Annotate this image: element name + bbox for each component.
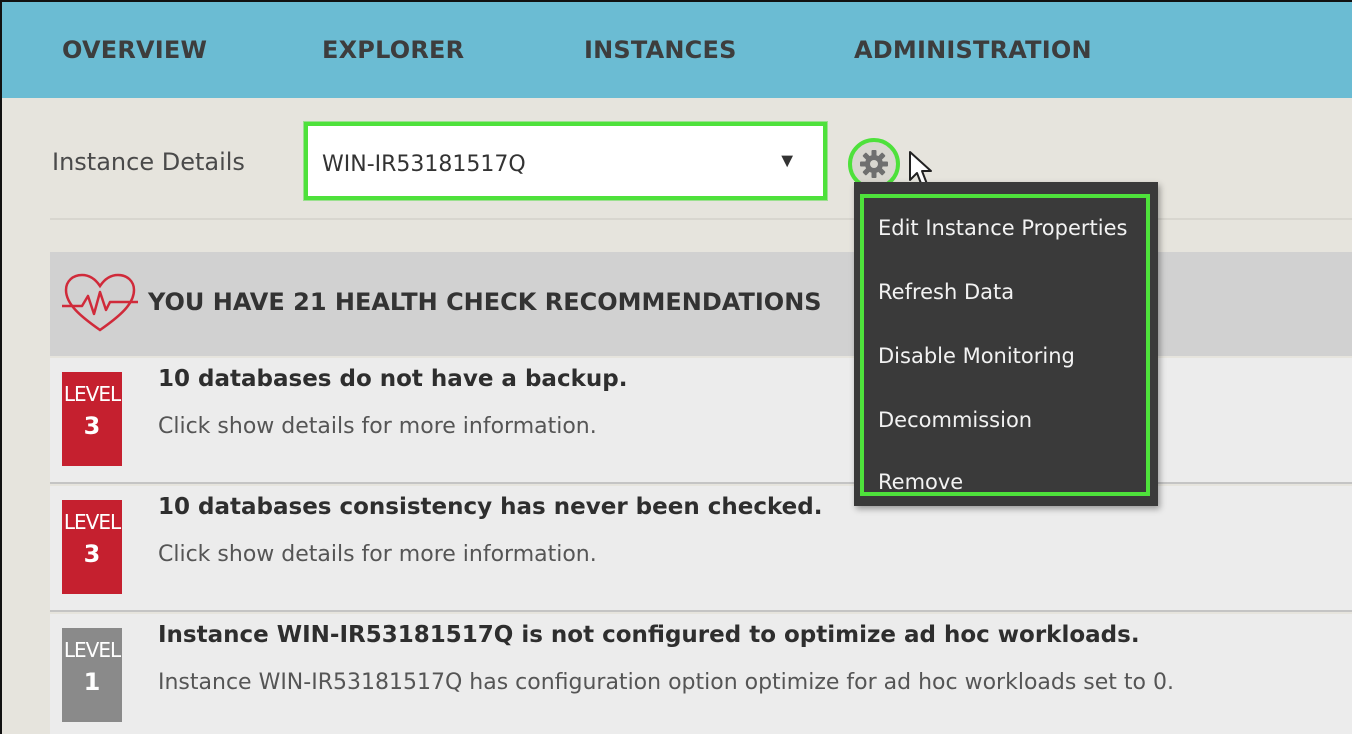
- nav-explorer[interactable]: EXPLORER: [322, 36, 464, 64]
- heartbeat-icon: [62, 273, 138, 332]
- menu-item-edit-instance-properties[interactable]: Edit Instance Properties: [878, 216, 1127, 240]
- level-badge: LEVEL 3: [62, 372, 122, 466]
- health-check-title: YOU HAVE 21 HEALTH CHECK RECOMMENDATIONS: [148, 288, 822, 316]
- menu-item-disable-monitoring[interactable]: Disable Monitoring: [878, 344, 1075, 368]
- recommendation-description: Click show details for more information.: [158, 414, 597, 439]
- recommendation-title: Instance WIN-IR53181517Q is not configur…: [158, 622, 1140, 648]
- recommendation-title: 10 databases do not have a backup.: [158, 366, 628, 392]
- nav-overview[interactable]: OVERVIEW: [62, 36, 207, 64]
- menu-item-remove[interactable]: Remove: [878, 470, 963, 494]
- instance-details-label: Instance Details: [52, 148, 245, 176]
- level-badge: LEVEL 1: [62, 628, 122, 722]
- instance-select[interactable]: WIN-IR53181517Q ▼: [304, 122, 827, 200]
- menu-item-refresh-data[interactable]: Refresh Data: [878, 280, 1014, 304]
- menu-highlight: Edit Instance Properties Refresh Data Di…: [860, 194, 1150, 496]
- recommendation-title: 10 databases consistency has never been …: [158, 494, 823, 520]
- dropdown-arrow-icon[interactable]: ▼: [777, 150, 797, 173]
- gear-icon: [860, 150, 888, 178]
- level-number: 1: [83, 668, 101, 696]
- instance-actions-menu: Edit Instance Properties Refresh Data Di…: [854, 182, 1158, 506]
- app-frame: OVERVIEW EXPLORER INSTANCES ADMINISTRATI…: [0, 0, 1352, 734]
- recommendation-description: Click show details for more information.: [158, 542, 597, 567]
- nav-instances[interactable]: INSTANCES: [584, 36, 737, 64]
- nav-administration[interactable]: ADMINISTRATION: [854, 36, 1092, 64]
- menu-item-decommission[interactable]: Decommission: [878, 408, 1032, 432]
- level-number: 3: [83, 540, 101, 568]
- instance-select-value: WIN-IR53181517Q: [322, 152, 526, 177]
- level-word: LEVEL: [63, 510, 121, 534]
- level-badge: LEVEL 3: [62, 500, 122, 594]
- recommendation-description: Instance WIN-IR53181517Q has configurati…: [158, 670, 1174, 695]
- level-word: LEVEL: [63, 638, 121, 662]
- level-number: 3: [83, 412, 101, 440]
- level-word: LEVEL: [63, 382, 121, 406]
- top-nav: OVERVIEW EXPLORER INSTANCES ADMINISTRATI…: [2, 2, 1352, 98]
- recommendation-row[interactable]: LEVEL 1 Instance WIN-IR53181517Q is not …: [50, 614, 1352, 734]
